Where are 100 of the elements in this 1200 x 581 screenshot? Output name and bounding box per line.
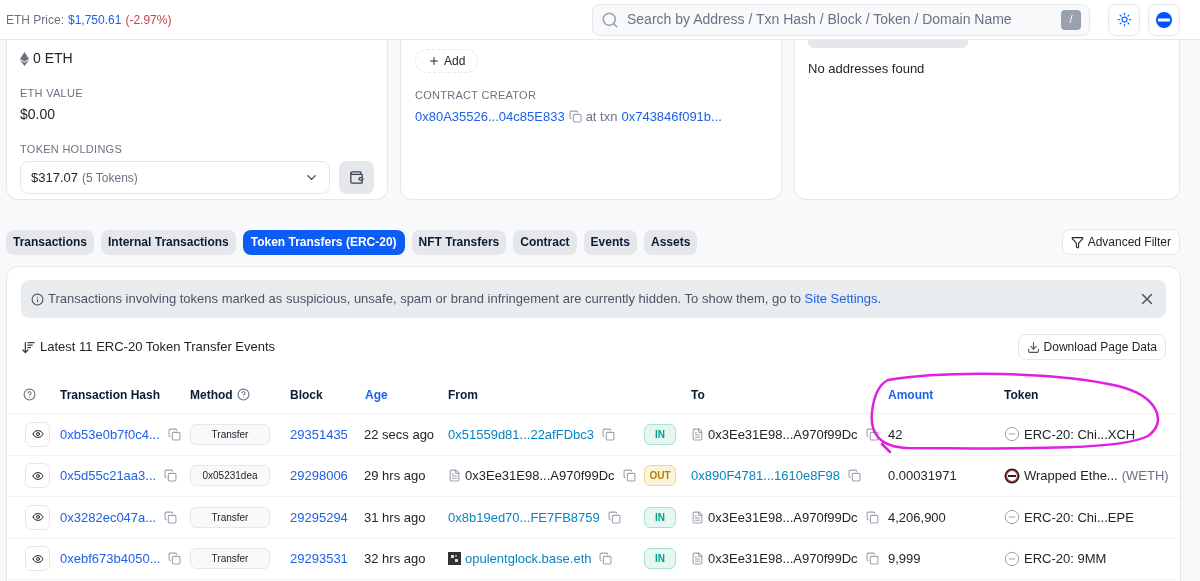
token-holdings-dropdown[interactable]: $317.07 (5 Tokens) bbox=[20, 161, 331, 194]
advanced-filter-button[interactable]: Advanced Filter bbox=[1061, 229, 1180, 255]
amount-text: 4,206,900 bbox=[888, 509, 946, 525]
copy-icon[interactable] bbox=[607, 510, 621, 524]
copy-icon[interactable] bbox=[847, 469, 861, 483]
copy-icon[interactable] bbox=[865, 552, 879, 566]
help-icon[interactable] bbox=[236, 388, 250, 401]
column-header: From bbox=[448, 386, 478, 404]
token-placeholder-icon bbox=[1004, 509, 1020, 526]
address-link[interactable]: 0x890F4781...1610e8F98 bbox=[691, 466, 840, 486]
token-link[interactable]: Wrapped Ethe... bbox=[1024, 466, 1118, 486]
address-link[interactable]: 0x8b19ed70...FE7FB8759 bbox=[448, 507, 600, 527]
document-icon bbox=[691, 552, 704, 566]
preview-button[interactable] bbox=[25, 546, 50, 572]
column-header[interactable]: Amount bbox=[888, 385, 934, 404]
alert-text: Transactions involving tokens marked as suspicious, unsafe, spam or brand infringement are currently hidden. To show them, go to Site Settings. bbox=[48, 290, 882, 309]
column-header[interactable]: Age bbox=[365, 385, 388, 404]
creator-txn-link[interactable]: 0x743846f091b... bbox=[621, 106, 722, 126]
eye-icon bbox=[31, 469, 44, 482]
site-settings-link[interactable]: Site Settings bbox=[804, 291, 878, 307]
download-button[interactable]: Download Page Data bbox=[1017, 334, 1166, 360]
token-link[interactable]: ERC-20: Chi...XCH bbox=[1024, 424, 1136, 444]
amount-text: 42 bbox=[888, 426, 903, 442]
age-text: 29 hrs ago bbox=[364, 468, 426, 483]
tab[interactable]: Contract bbox=[513, 229, 577, 255]
theme-toggle-button[interactable] bbox=[1108, 3, 1140, 36]
tab[interactable]: Token Transfers (ERC-20) bbox=[242, 229, 405, 255]
at-txn-text: at txn bbox=[585, 107, 618, 126]
eye-icon bbox=[31, 511, 44, 524]
shortcut-key: / bbox=[1061, 9, 1081, 30]
price-link[interactable]: $1,750.61 bbox=[68, 10, 122, 29]
price-label: ETH Price: bbox=[6, 11, 64, 29]
preview-button[interactable] bbox=[25, 504, 50, 530]
copy-icon[interactable] bbox=[568, 109, 582, 123]
field-label: ETH VALUE bbox=[20, 86, 84, 101]
tab[interactable]: Assets bbox=[643, 229, 698, 255]
document-icon bbox=[448, 469, 461, 483]
copy-icon[interactable] bbox=[865, 510, 879, 524]
column-header: Transaction Hash bbox=[60, 386, 161, 404]
direction-badge: IN bbox=[644, 423, 676, 445]
transaction-hash-link[interactable]: 0xb53e0b7f0c4... bbox=[60, 424, 160, 444]
holdings-count: (5 Tokens) bbox=[82, 169, 138, 187]
download-icon bbox=[1026, 340, 1040, 354]
address-text: 0x3Ee31E98...A970f99Dc bbox=[708, 425, 858, 444]
sun-icon bbox=[1116, 12, 1132, 27]
amount-text: 0.00031971 bbox=[888, 468, 957, 483]
field-label: CONTRACT CREATOR bbox=[415, 88, 538, 103]
sort-icon bbox=[21, 339, 36, 355]
preview-button[interactable] bbox=[25, 421, 50, 447]
transaction-hash-link[interactable]: 0xebf673b4050... bbox=[60, 549, 161, 569]
copy-icon[interactable] bbox=[167, 427, 181, 441]
tab[interactable]: Transactions bbox=[6, 229, 95, 255]
copy-icon[interactable] bbox=[599, 552, 613, 566]
price-change: (-2.97%) bbox=[125, 11, 172, 29]
tab[interactable]: Events bbox=[583, 229, 637, 255]
block-link[interactable]: 29295294 bbox=[290, 509, 348, 525]
eye-icon bbox=[31, 552, 44, 565]
filter-icon bbox=[1070, 235, 1084, 249]
search-icon bbox=[601, 10, 619, 29]
block-link[interactable]: 29293531 bbox=[290, 551, 348, 566]
address-link[interactable]: 0x51559d81...22afFDbc3 bbox=[448, 424, 594, 444]
eth-balance: 0 ETH bbox=[33, 49, 73, 68]
address-text: 0x3Ee31E98...A970f99Dc bbox=[708, 550, 858, 568]
holdings-value: $317.07 bbox=[31, 168, 78, 187]
copy-icon[interactable] bbox=[865, 427, 879, 441]
block-link[interactable]: 29298006 bbox=[290, 468, 348, 483]
age-text: 22 secs ago bbox=[364, 426, 435, 442]
creator-address-link[interactable]: 0x80A35526...04c85E833 bbox=[415, 106, 565, 126]
copy-icon[interactable] bbox=[164, 469, 178, 483]
empty-message: No addresses found bbox=[808, 60, 926, 78]
token-link[interactable]: ERC-20: Chi...EPE bbox=[1024, 507, 1134, 527]
wallet-icon bbox=[349, 170, 365, 185]
table-title: Latest 11 ERC-20 Token Transfer Events bbox=[40, 338, 276, 357]
token-link[interactable]: ERC-20: 9MM bbox=[1024, 549, 1107, 569]
copy-icon[interactable] bbox=[602, 427, 615, 441]
direction-badge: OUT bbox=[644, 465, 676, 487]
ethereum-icon bbox=[20, 51, 29, 66]
age-text: 31 hrs ago bbox=[364, 509, 426, 525]
transaction-hash-link[interactable]: 0x3282ec047a... bbox=[60, 507, 157, 527]
address-link[interactable]: opulentglock.base.eth bbox=[465, 549, 592, 569]
network-button[interactable] bbox=[1148, 3, 1180, 36]
info-icon bbox=[31, 292, 44, 306]
tab[interactable]: NFT Transfers bbox=[411, 229, 507, 255]
copy-icon[interactable] bbox=[164, 510, 178, 524]
copy-icon[interactable] bbox=[622, 469, 636, 483]
help-icon[interactable] bbox=[23, 388, 36, 401]
eth-value: $0.00 bbox=[20, 104, 57, 124]
block-link[interactable]: 29351435 bbox=[290, 426, 348, 442]
column-header: Block bbox=[290, 386, 323, 404]
preview-button[interactable] bbox=[25, 463, 50, 489]
column-header: Token bbox=[1004, 386, 1039, 404]
field-label: TOKEN HOLDINGS bbox=[20, 141, 124, 157]
transaction-hash-link[interactable]: 0x5d55c21aa3... bbox=[60, 466, 157, 486]
token-placeholder-icon bbox=[1004, 426, 1020, 443]
tab[interactable]: Internal Transactions bbox=[101, 229, 236, 255]
wallet-button[interactable] bbox=[339, 161, 374, 194]
copy-icon[interactable] bbox=[168, 552, 182, 566]
column-header: Method bbox=[190, 386, 233, 404]
eye-icon bbox=[31, 428, 44, 441]
method-badge: Transfer bbox=[190, 548, 270, 570]
